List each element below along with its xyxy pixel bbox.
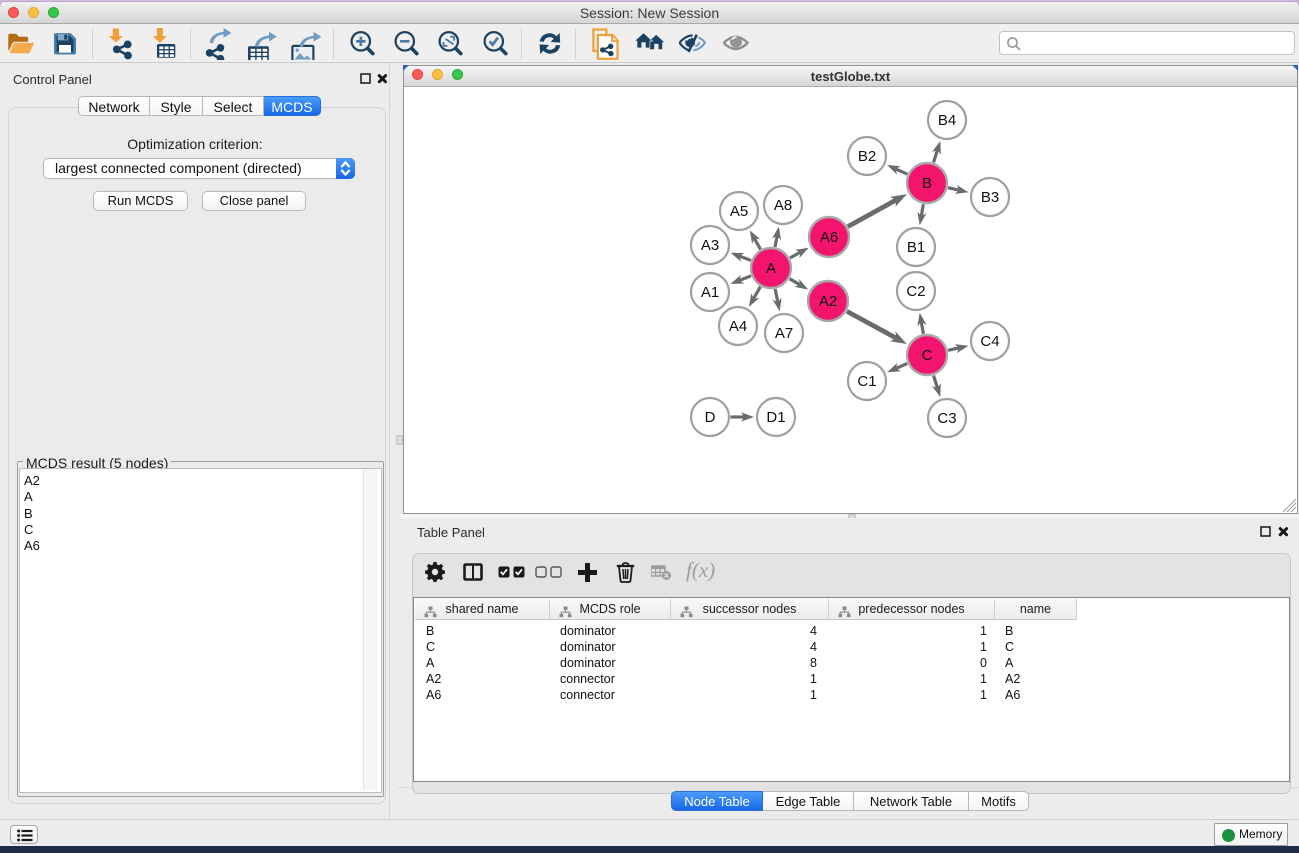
svg-text:A5: A5: [730, 203, 748, 220]
svg-text:A4: A4: [729, 318, 747, 335]
svg-text:A1: A1: [701, 284, 719, 301]
svg-text:A7: A7: [775, 325, 793, 342]
svg-text:C2: C2: [906, 283, 925, 300]
svg-text:B4: B4: [938, 112, 956, 129]
svg-text:C4: C4: [980, 333, 999, 350]
svg-text:C: C: [922, 347, 933, 364]
svg-text:A2: A2: [819, 293, 837, 310]
svg-text:D1: D1: [766, 409, 785, 426]
svg-text:B1: B1: [907, 239, 925, 256]
svg-text:A: A: [766, 260, 776, 277]
svg-text:A3: A3: [701, 237, 719, 254]
svg-text:D: D: [705, 409, 716, 426]
svg-text:B3: B3: [981, 189, 999, 206]
svg-text:C3: C3: [937, 410, 956, 427]
svg-text:A8: A8: [774, 197, 792, 214]
svg-text:B: B: [922, 175, 932, 192]
svg-text:C1: C1: [857, 373, 876, 390]
svg-text:B2: B2: [858, 148, 876, 165]
svg-text:A6: A6: [820, 229, 838, 246]
